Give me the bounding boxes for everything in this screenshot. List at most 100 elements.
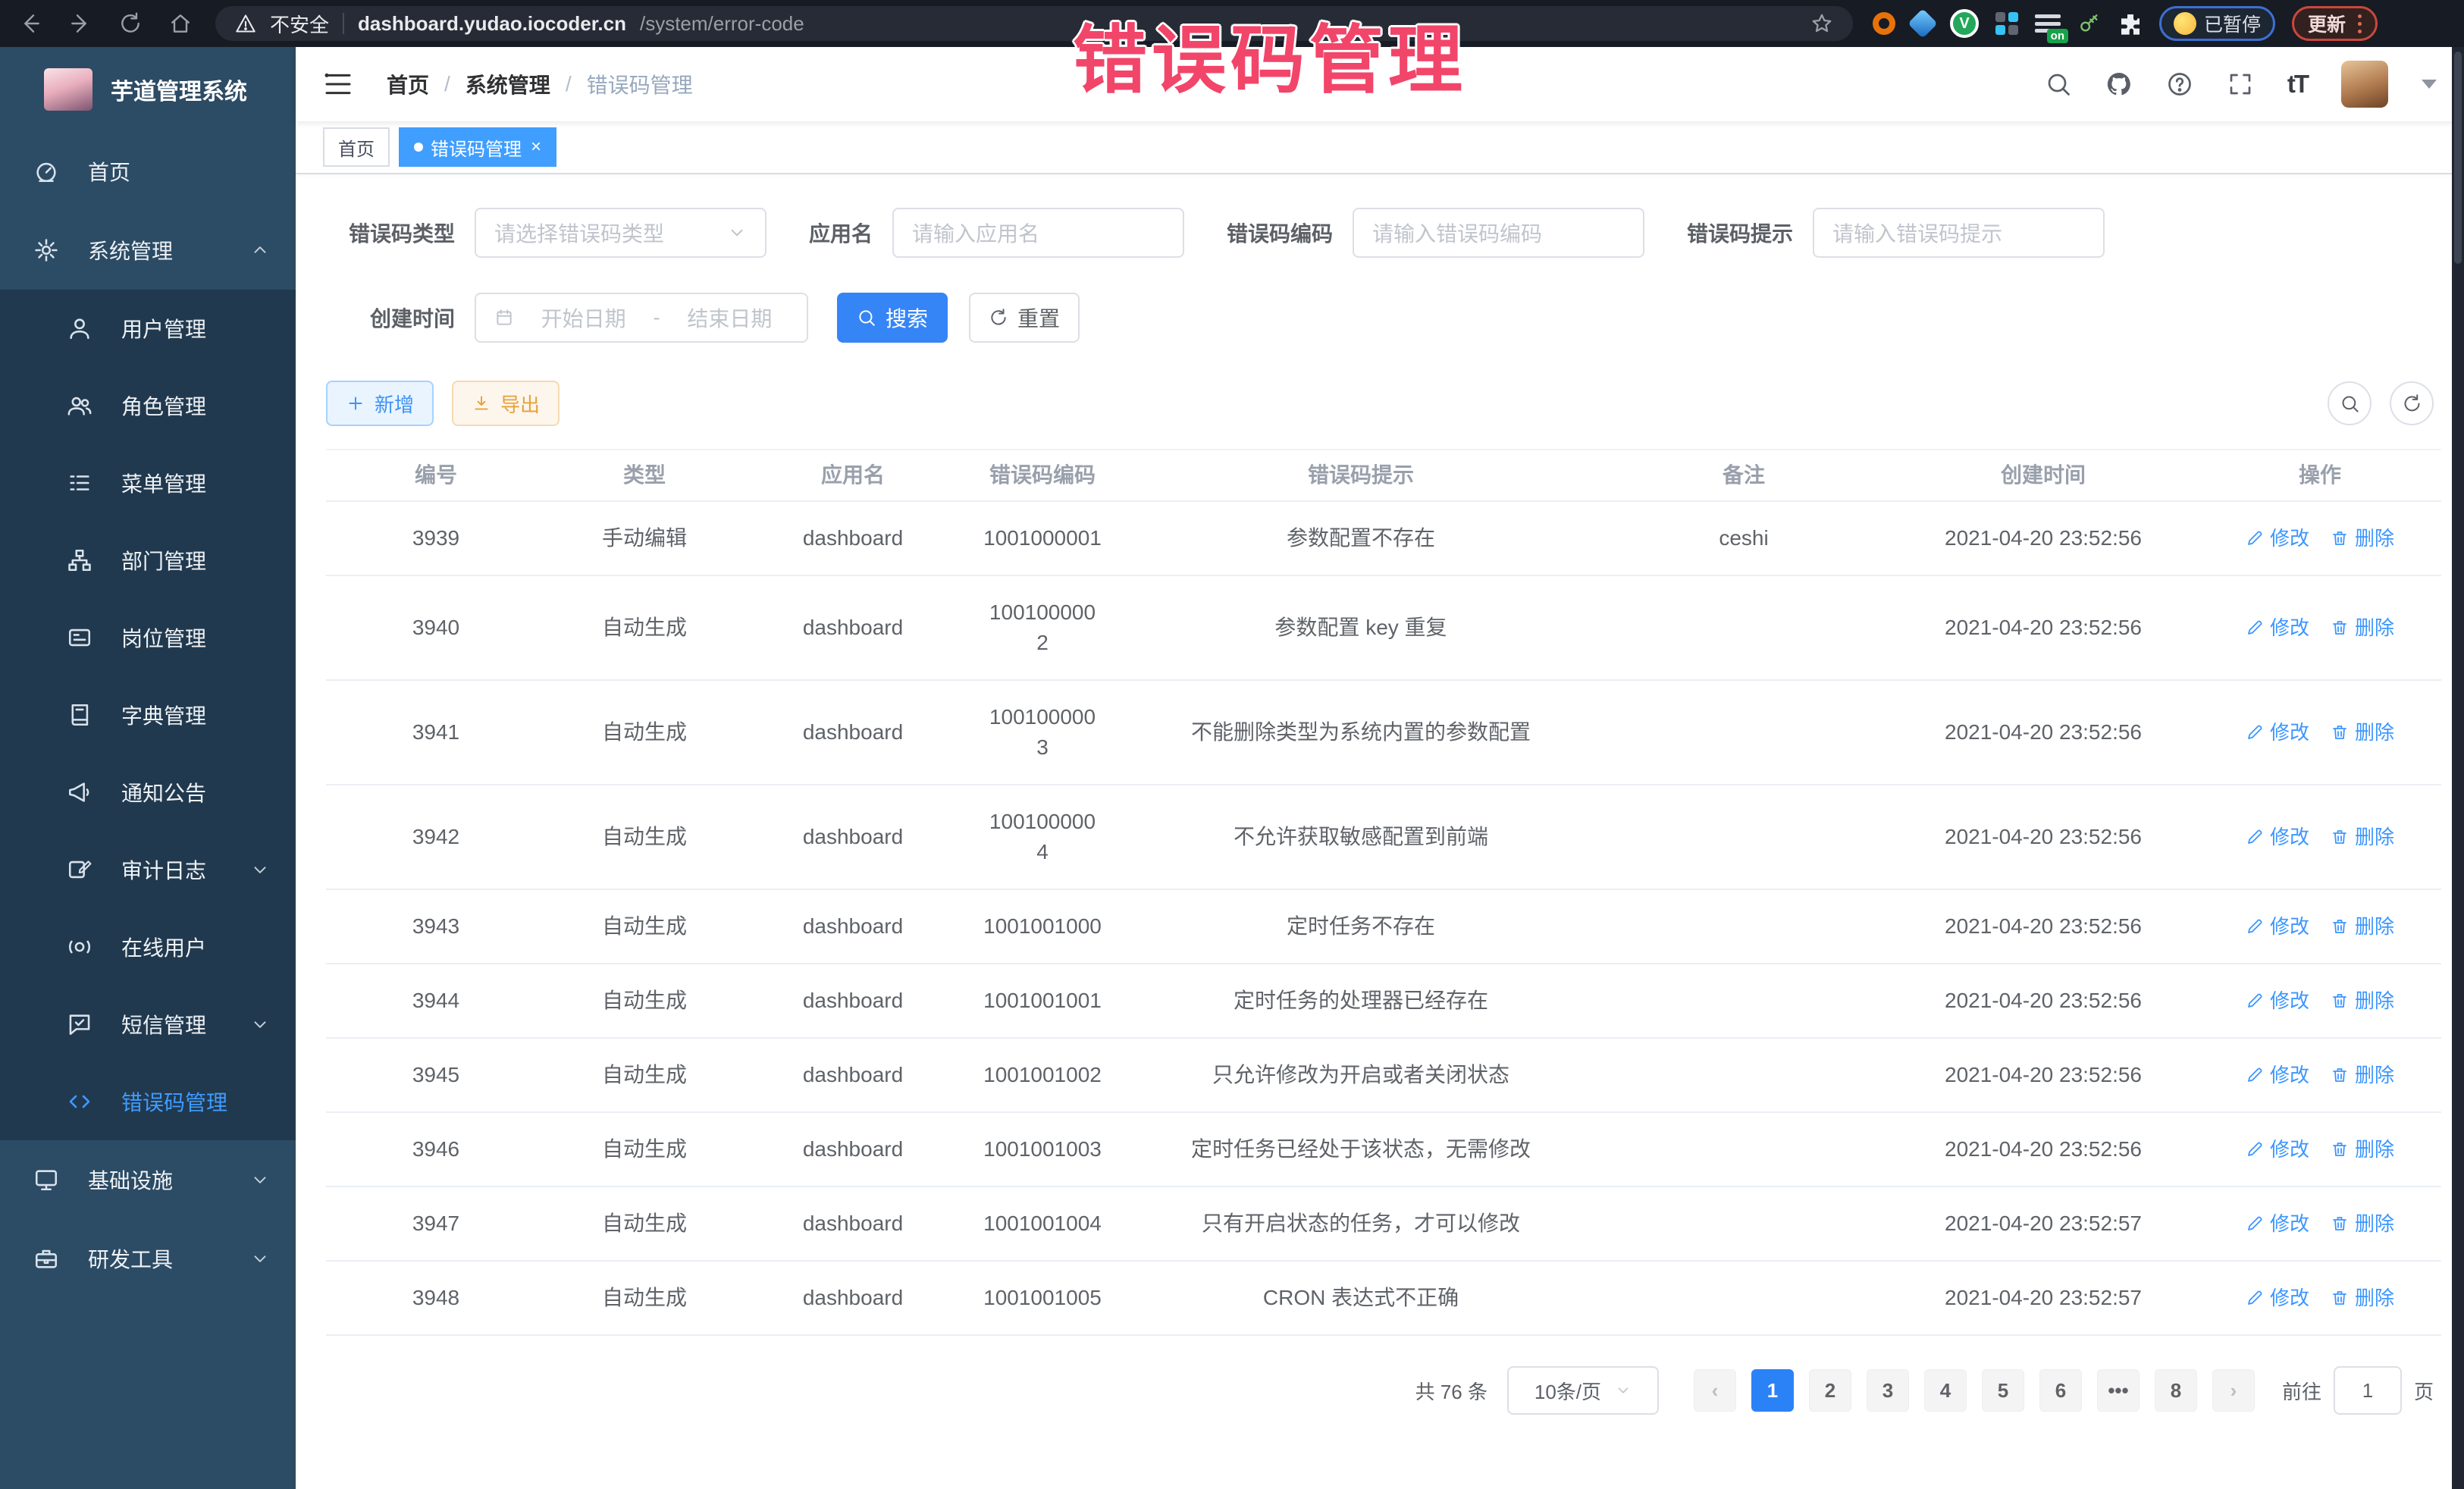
breadcrumb-home[interactable]: 首页	[387, 69, 429, 99]
page-button-6[interactable]: 6	[2039, 1369, 2082, 1412]
sidebar-item-notice[interactable]: 通知公告	[0, 754, 296, 831]
page-button-1[interactable]: 1	[1751, 1369, 1794, 1412]
delete-link[interactable]: 删除	[2331, 613, 2394, 643]
page-button-4[interactable]: 4	[1924, 1369, 1967, 1412]
close-icon[interactable]: ×	[531, 136, 541, 158]
table-cell: 2021-04-20 23:52:57	[1888, 1187, 2199, 1260]
add-button[interactable]: 新增	[326, 381, 434, 426]
back-icon[interactable]	[18, 11, 42, 36]
delete-link[interactable]: 删除	[2331, 986, 2394, 1016]
export-button[interactable]: 导出	[452, 381, 560, 426]
error-code-input[interactable]: 请输入错误码编码	[1353, 208, 1644, 258]
next-page-button[interactable]: ›	[2212, 1369, 2255, 1412]
table-cell: 2021-04-20 23:52:56	[1888, 890, 2199, 963]
page-button-2[interactable]: 2	[1809, 1369, 1851, 1412]
goto-page-input[interactable]	[2334, 1366, 2402, 1415]
page-button-8[interactable]: 8	[2155, 1369, 2197, 1412]
sidebar-item-infra[interactable]: 基础设施	[0, 1140, 296, 1219]
fullscreen-icon[interactable]	[2227, 71, 2254, 98]
sidebar-item-menu[interactable]: 菜单管理	[0, 444, 296, 522]
sidebar-item-dept[interactable]: 部门管理	[0, 522, 296, 599]
edit-icon	[2246, 828, 2264, 846]
search-button[interactable]: 搜索	[837, 293, 948, 343]
edit-icon	[2246, 529, 2264, 547]
page-size-select[interactable]: 10条/页	[1507, 1366, 1659, 1415]
overlay-page-title: 错误码管理	[1073, 0, 1467, 108]
users-icon	[67, 393, 100, 418]
refresh-table-button[interactable]	[2390, 381, 2434, 425]
extension-list-icon[interactable]: on	[2035, 13, 2061, 34]
avatar[interactable]	[2341, 61, 2388, 108]
extension-gem-icon[interactable]	[1908, 8, 1938, 39]
edit-link[interactable]: 修改	[2246, 523, 2309, 553]
sidebar-item-error-code[interactable]: 错误码管理	[0, 1063, 296, 1140]
sidebar-item-dict[interactable]: 字典管理	[0, 676, 296, 754]
edit-label: 修改	[2270, 822, 2309, 852]
delete-link[interactable]: 删除	[2331, 1060, 2394, 1090]
delete-link[interactable]: 删除	[2331, 1208, 2394, 1239]
sidebar-item-user[interactable]: 用户管理	[0, 290, 296, 367]
edit-link[interactable]: 修改	[2246, 1208, 2309, 1239]
error-type-select[interactable]: 请选择错误码类型	[475, 208, 766, 258]
edit-link[interactable]: 修改	[2246, 717, 2309, 748]
page-ellipsis[interactable]: •••	[2097, 1369, 2140, 1412]
breadcrumb-system[interactable]: 系统管理	[466, 69, 550, 99]
delete-link[interactable]: 删除	[2331, 523, 2394, 553]
delete-link[interactable]: 删除	[2331, 1134, 2394, 1165]
delete-link[interactable]: 删除	[2331, 1283, 2394, 1313]
bookmark-star-icon[interactable]	[1810, 12, 1833, 35]
tag-home[interactable]: 首页	[323, 127, 390, 167]
sidebar-item-role[interactable]: 角色管理	[0, 367, 296, 444]
home-icon[interactable]	[168, 11, 193, 36]
prev-page-button[interactable]: ‹	[1694, 1369, 1736, 1412]
app-name-input[interactable]: 请输入应用名	[892, 208, 1184, 258]
table-cell: 3939	[326, 502, 546, 575]
sidebar-item-home[interactable]: 首页	[0, 132, 296, 211]
sidebar-item-post[interactable]: 岗位管理	[0, 599, 296, 676]
search-icon[interactable]	[2045, 71, 2072, 98]
reset-button[interactable]: 重置	[969, 293, 1080, 343]
delete-link[interactable]: 删除	[2331, 717, 2394, 748]
table-cell: 1001001000	[963, 890, 1122, 963]
font-size-icon[interactable]: tT	[2287, 70, 2308, 99]
extension-v-icon[interactable]: V	[1950, 9, 1979, 38]
edit-link[interactable]: 修改	[2246, 613, 2309, 643]
sidebar-logo[interactable]: 芋道管理系统	[0, 47, 296, 132]
address-bar[interactable]: 不安全 dashboard.yudao.iocoder.cn/system/er…	[215, 6, 1853, 41]
edit-link[interactable]: 修改	[2246, 1060, 2309, 1090]
sidebar-item-sms[interactable]: 短信管理	[0, 986, 296, 1063]
edit-link[interactable]: 修改	[2246, 911, 2309, 942]
github-icon[interactable]	[2105, 71, 2133, 98]
extension-grid-icon[interactable]	[1995, 12, 2018, 35]
browser-scrollbar[interactable]	[2452, 47, 2464, 1489]
tag-error-code[interactable]: 错误码管理×	[399, 127, 556, 167]
table-cell: 3947	[326, 1187, 546, 1260]
sidebar-item-audit-log[interactable]: 审计日志	[0, 831, 296, 908]
update-button[interactable]: 更新	[2292, 6, 2378, 41]
date-range-picker[interactable]: 开始日期 - 结束日期	[475, 293, 808, 343]
delete-link[interactable]: 删除	[2331, 822, 2394, 852]
sidebar-item-system[interactable]: 系统管理	[0, 211, 296, 290]
sidebar-item-dev-tool[interactable]: 研发工具	[0, 1219, 296, 1298]
edit-link[interactable]: 修改	[2246, 822, 2309, 852]
edit-link[interactable]: 修改	[2246, 986, 2309, 1016]
edit-link[interactable]: 修改	[2246, 1134, 2309, 1165]
page-button-3[interactable]: 3	[1867, 1369, 1909, 1412]
forward-icon[interactable]	[68, 11, 92, 36]
help-icon[interactable]	[2166, 71, 2193, 98]
edit-link[interactable]: 修改	[2246, 1283, 2309, 1313]
extension-key-icon[interactable]	[2077, 11, 2102, 36]
browser-menu-icon[interactable]	[2358, 14, 2362, 33]
edit-note-icon	[67, 857, 100, 882]
sidebar-item-online-user[interactable]: 在线用户	[0, 908, 296, 986]
show-search-button[interactable]	[2328, 381, 2372, 425]
page-button-5[interactable]: 5	[1982, 1369, 2024, 1412]
hamburger-icon[interactable]	[323, 69, 353, 99]
reload-icon[interactable]	[118, 11, 143, 36]
delete-link[interactable]: 删除	[2331, 911, 2394, 942]
chevron-down-icon[interactable]	[2422, 80, 2437, 89]
extension-puzzle-icon[interactable]	[2118, 11, 2143, 36]
paused-badge[interactable]: 已暂停	[2159, 6, 2275, 41]
extension-orange-icon[interactable]	[1873, 12, 1895, 35]
error-msg-input[interactable]: 请输入错误码提示	[1813, 208, 2105, 258]
